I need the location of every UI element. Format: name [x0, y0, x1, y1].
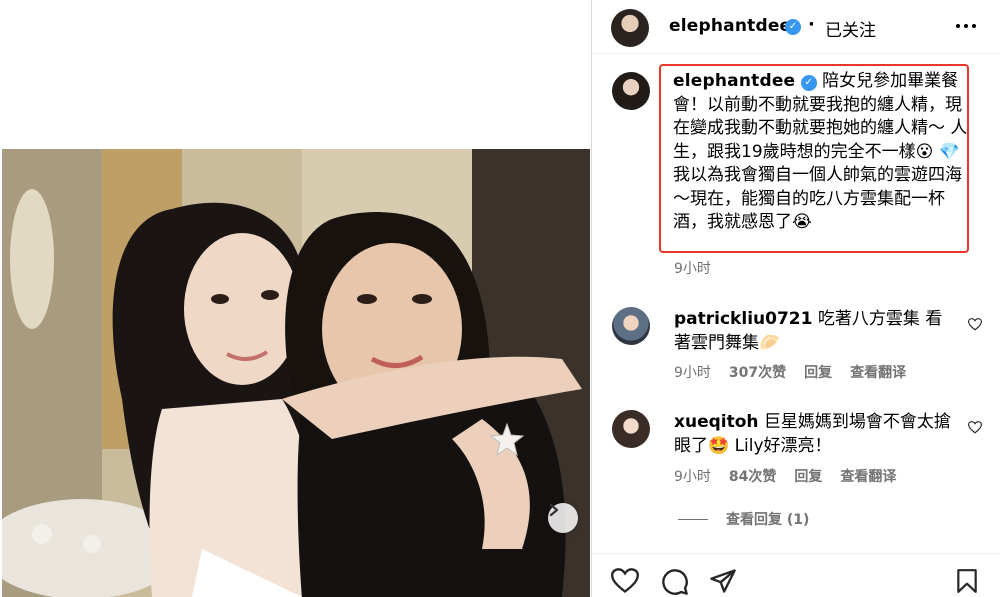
- commenter-avatar[interactable]: [612, 307, 650, 345]
- share-icon[interactable]: [709, 568, 737, 594]
- commenter-username[interactable]: xueqitoh: [674, 412, 759, 432]
- author-avatar[interactable]: [611, 9, 649, 47]
- comment-meta: 9小时 307次赞 回复 查看翻译: [674, 362, 906, 382]
- verified-badge-icon: ✓: [785, 19, 801, 35]
- post-caption: elephantdee ✓ 陪女兒參加畢業餐會！以前動不動就要我抱的纏人精，現在…: [673, 70, 968, 235]
- verified-badge-icon: ✓: [800, 75, 817, 91]
- more-options-icon[interactable]: [956, 18, 978, 34]
- caption-body: 陪女兒參加畢業餐會！以前動不動就要我抱的纏人精，現在變成我動不動就要抱她的纏人精…: [673, 71, 968, 232]
- view-replies-label: 查看回复 (1): [726, 512, 810, 528]
- comment-timestamp[interactable]: 9小时: [674, 466, 711, 486]
- post-header: elephantdee ✓ · 已关注: [593, 0, 1000, 54]
- carousel-next-button[interactable]: [548, 503, 578, 533]
- heart-icon[interactable]: [611, 568, 639, 594]
- caption-timestamp[interactable]: 9小时: [674, 258, 711, 278]
- commenter-avatar[interactable]: [612, 410, 650, 448]
- comment-text: patrickliu0721 吃著八方雲集 看著雲門舞集🥟: [674, 307, 959, 355]
- caption-username[interactable]: elephantdee: [673, 71, 795, 91]
- author-username[interactable]: elephantdee: [669, 16, 791, 36]
- replies-divider-line: [678, 518, 708, 520]
- separator-dot: ·: [808, 14, 815, 35]
- post-sidebar: elephantdee ✓ · 已关注 elephantdee ✓ 陪女兒參加畢…: [593, 0, 1000, 597]
- comment-text: xueqitoh 巨星媽媽到場會不會太搶眼了🤩 Lily好漂亮！: [674, 410, 959, 458]
- reply-button[interactable]: 回复: [804, 362, 832, 382]
- post-action-bar: [593, 553, 1000, 597]
- photo-illustration: [2, 149, 590, 597]
- caption-author-avatar[interactable]: [612, 72, 650, 110]
- comment-like-heart-icon[interactable]: [968, 421, 982, 434]
- comment-meta: 9小时 84次赞 回复 查看翻译: [674, 466, 896, 486]
- comment-like-heart-icon[interactable]: [968, 318, 982, 331]
- post-photo[interactable]: [2, 149, 590, 597]
- reply-button[interactable]: 回复: [794, 466, 822, 486]
- commenter-username[interactable]: patrickliu0721: [674, 309, 812, 329]
- view-replies-button[interactable]: 查看回复 (1): [678, 509, 809, 529]
- comment-likes[interactable]: 84次赞: [729, 466, 776, 486]
- post-media-pane: [0, 0, 592, 597]
- comment-icon[interactable]: [661, 568, 689, 596]
- comment-timestamp[interactable]: 9小时: [674, 362, 711, 382]
- bookmark-icon[interactable]: [955, 568, 979, 594]
- translate-button[interactable]: 查看翻译: [840, 466, 896, 486]
- comment-likes[interactable]: 307次赞: [729, 362, 786, 382]
- carousel-next-icon: [549, 503, 559, 517]
- follow-status-button[interactable]: 已关注: [825, 16, 876, 41]
- translate-button[interactable]: 查看翻译: [850, 362, 906, 382]
